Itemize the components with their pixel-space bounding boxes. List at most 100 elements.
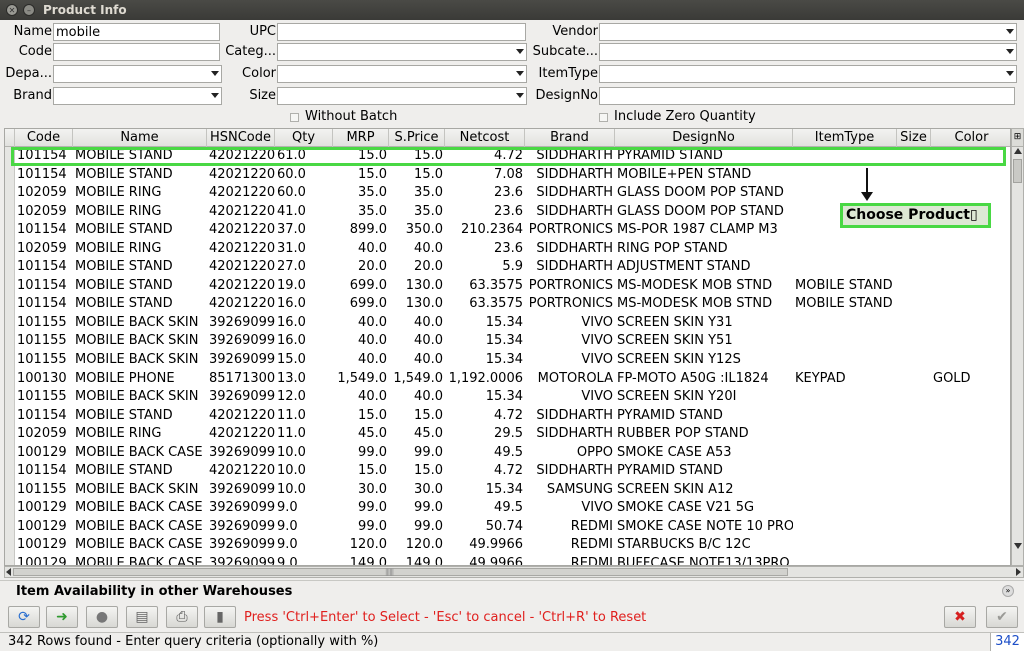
table-row[interactable]: 100129 MOBILE BACK CASE 39269099 9.0 99.0 99.…	[5, 499, 1010, 518]
size-combo[interactable]	[277, 87, 527, 105]
row-header[interactable]	[5, 239, 15, 259]
table-row[interactable]: 100129 MOBILE BACK CASE 39269099 9.0 99.0 99.…	[5, 517, 1010, 537]
scroll-down-icon[interactable]	[1014, 543, 1022, 549]
horizontal-scrollbar[interactable]: ||||||	[4, 566, 1024, 578]
column-header[interactable]: HSNCode	[207, 129, 275, 147]
table-cell: 40.0	[358, 389, 387, 405]
vendor-combo[interactable]	[599, 23, 1017, 41]
table-row[interactable]: 101154 MOBILE STAND 42021220 60.0 15.0 15.0 7.…	[5, 165, 1010, 185]
column-header[interactable]: S.Price	[389, 129, 445, 147]
column-header[interactable]: Netcost	[445, 129, 525, 147]
table-row[interactable]: 101154 MOBILE STAND 42021220 16.0 699.0 130.0…	[5, 295, 1010, 314]
without-batch-checkbox[interactable]: Without Batch	[290, 108, 397, 126]
brand-combo[interactable]	[53, 87, 222, 105]
row-header[interactable]	[5, 406, 15, 426]
row-header[interactable]	[5, 462, 15, 481]
upc-input[interactable]	[277, 23, 526, 41]
subcategory-combo[interactable]	[599, 43, 1017, 61]
scroll-up-icon[interactable]	[1014, 148, 1022, 154]
table-cell: 99.0	[414, 518, 443, 534]
column-header[interactable]: ItemType	[793, 129, 897, 147]
print-button[interactable]: ⎙	[166, 606, 198, 628]
code-input[interactable]	[53, 43, 220, 61]
column-header[interactable]: Qty	[275, 129, 333, 147]
expand-chevron-icon[interactable]: »	[1002, 585, 1014, 597]
horizontal-scroll-thumb[interactable]	[13, 568, 788, 576]
column-header[interactable]: Brand	[525, 129, 615, 147]
checkbox-box[interactable]	[599, 112, 608, 122]
table-cell: 39269099	[209, 537, 275, 553]
row-header[interactable]	[5, 184, 15, 203]
close-window-icon[interactable]: ✕	[6, 4, 18, 16]
table-row[interactable]: 101155 MOBILE BACK SKIN 39269099 16.0 40.0 40…	[5, 332, 1010, 352]
ok-button[interactable]: ✔	[986, 606, 1018, 628]
preview-button[interactable]: ▤	[126, 606, 158, 628]
table-row[interactable]: 101155 MOBILE BACK SKIN 39269099 12.0 40.0 40…	[5, 388, 1010, 407]
department-combo[interactable]	[53, 65, 222, 83]
row-header[interactable]	[5, 276, 15, 296]
row-header[interactable]	[5, 202, 15, 222]
table-row[interactable]: 100129 MOBILE BACK CASE 39269099 9.0 149.0 14…	[5, 555, 1010, 565]
cancel-button[interactable]: ✖	[944, 606, 976, 628]
table-row[interactable]: 101154 MOBILE STAND 42021220 11.0 15.0 15.0 4.…	[5, 406, 1010, 426]
table-row[interactable]: 102059 MOBILE RING 42021220 31.0 40.0 40.0 23.…	[5, 239, 1010, 259]
checkbox-box[interactable]	[290, 112, 299, 122]
table-row[interactable]: 100129 MOBILE BACK CASE 39269099 9.0 120.0 12…	[5, 536, 1010, 556]
table-row[interactable]: 101154 MOBILE STAND 42021220 19.0 699.0 130.0…	[5, 276, 1010, 296]
row-header[interactable]	[5, 425, 15, 444]
table-row[interactable]: 101154 MOBILE STAND 42021220 27.0 20.0 20.0 5.…	[5, 258, 1010, 277]
designno-input[interactable]	[599, 87, 1015, 105]
row-header[interactable]	[5, 517, 15, 537]
table-row[interactable]: 102059 MOBILE RING 42021220 11.0 45.0 45.0 29.…	[5, 425, 1010, 444]
column-header[interactable]: MRP	[333, 129, 389, 147]
table-cell: 42021220	[209, 296, 275, 312]
row-header[interactable]	[5, 258, 15, 277]
row-header[interactable]	[5, 369, 15, 389]
row-header[interactable]	[5, 295, 15, 314]
row-header[interactable]	[5, 147, 15, 166]
disabled-action-button[interactable]: ●	[86, 606, 118, 628]
table-row[interactable]: 101155 MOBILE BACK SKIN 39269099 15.0 40.0 40…	[5, 351, 1010, 370]
forward-button[interactable]: ➜	[46, 606, 78, 628]
table-cell: 15.0	[358, 463, 387, 479]
row-header[interactable]	[5, 555, 15, 565]
include-zero-qty-checkbox[interactable]: Include Zero Quantity	[599, 108, 756, 126]
row-header[interactable]	[5, 536, 15, 556]
itemtype-combo[interactable]	[599, 65, 1017, 83]
table-row-selected[interactable]: 101154 MOBILE STAND 42021220 61.0 15.0 15.0 4.…	[5, 147, 1010, 166]
scroll-right-icon[interactable]	[1016, 568, 1021, 576]
table-row[interactable]: 101155 MOBILE BACK SKIN 39269099 16.0 40.0 40…	[5, 313, 1010, 333]
row-header[interactable]	[5, 313, 15, 333]
vertical-scrollbar[interactable]: ⊞	[1011, 128, 1024, 566]
table-row[interactable]: 100129 MOBILE BACK CASE 39269099 10.0 99.0 99…	[5, 443, 1010, 463]
row-header[interactable]	[5, 165, 15, 185]
table-cell	[931, 407, 1010, 426]
scroll-thumb[interactable]	[1013, 159, 1022, 183]
category-combo[interactable]	[277, 43, 527, 61]
scroll-left-icon[interactable]	[6, 568, 11, 576]
table-row[interactable]: 101154 MOBILE STAND 42021220 10.0 15.0 15.0 4.…	[5, 462, 1010, 481]
column-header[interactable]: DesignNo	[615, 129, 793, 147]
color-combo[interactable]	[277, 65, 527, 83]
minimize-window-icon[interactable]: –	[23, 4, 35, 16]
name-input[interactable]	[53, 23, 220, 41]
column-header[interactable]: Size	[897, 129, 931, 147]
row-header[interactable]	[5, 499, 15, 518]
table-cell: GLASS DOOM POP STAND	[617, 203, 784, 219]
table-row[interactable]: 101155 MOBILE BACK SKIN 39269099 10.0 30.0 30…	[5, 480, 1010, 500]
column-header[interactable]: Code	[15, 129, 73, 147]
results-table[interactable]: Code Name HSNCode Qty MRP S.Price Netcost Brand…	[4, 128, 1011, 566]
export-button[interactable]: ▮	[204, 606, 236, 628]
row-header[interactable]	[5, 480, 15, 500]
refresh-button[interactable]: ⟳	[8, 606, 40, 628]
column-header[interactable]: Color	[931, 129, 1010, 147]
row-header[interactable]	[5, 351, 15, 370]
row-header[interactable]	[5, 388, 15, 407]
availability-panel[interactable]: Item Availability in other Warehouses »	[0, 580, 1024, 602]
column-chooser-icon[interactable]: ⊞	[1012, 129, 1023, 147]
row-header[interactable]	[5, 443, 15, 463]
table-row[interactable]: 100130 MOBILE PHONE 85171300 13.0 1,549.0 1,5…	[5, 369, 1010, 389]
column-header[interactable]: Name	[73, 129, 207, 147]
row-header[interactable]	[5, 332, 15, 352]
row-header[interactable]	[5, 221, 15, 240]
